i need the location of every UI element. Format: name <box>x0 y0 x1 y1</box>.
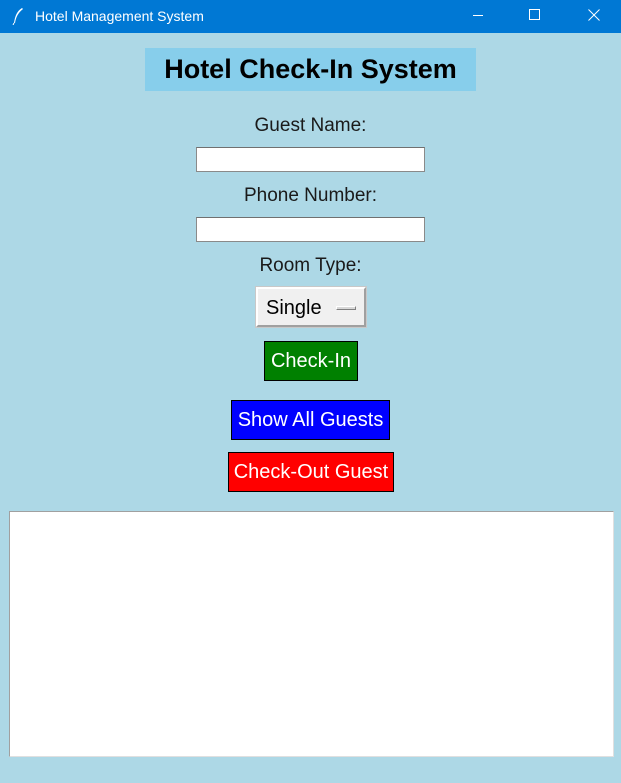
app-window: Hotel Management System Hotel Check-In S… <box>0 0 621 783</box>
show-all-guests-button[interactable]: Show All Guests <box>231 400 390 440</box>
check-in-button[interactable]: Check-In <box>264 341 358 381</box>
room-type-label: Room Type: <box>259 255 362 276</box>
title-bar[interactable]: Hotel Management System <box>0 0 621 33</box>
room-type-select[interactable]: Single <box>255 286 367 328</box>
close-button[interactable] <box>571 0 617 33</box>
phone-number-label: Phone Number: <box>243 185 378 206</box>
feather-icon <box>11 7 25 26</box>
guest-output-textarea[interactable] <box>9 511 614 757</box>
minimize-button[interactable] <box>455 0 501 33</box>
check-out-guest-button[interactable]: Check-Out Guest <box>228 452 394 492</box>
dropdown-indicator-icon <box>336 306 356 310</box>
guest-name-label: Guest Name: <box>254 115 367 136</box>
guest-name-input[interactable] <box>196 147 425 172</box>
page-title: Hotel Check-In System <box>145 48 476 91</box>
room-type-value: Single <box>266 297 322 319</box>
minimize-icon <box>472 8 484 26</box>
maximize-button[interactable] <box>512 0 558 33</box>
phone-number-input[interactable] <box>196 217 425 242</box>
close-icon <box>588 8 600 26</box>
maximize-icon <box>529 8 541 26</box>
window-title: Hotel Management System <box>35 8 204 24</box>
